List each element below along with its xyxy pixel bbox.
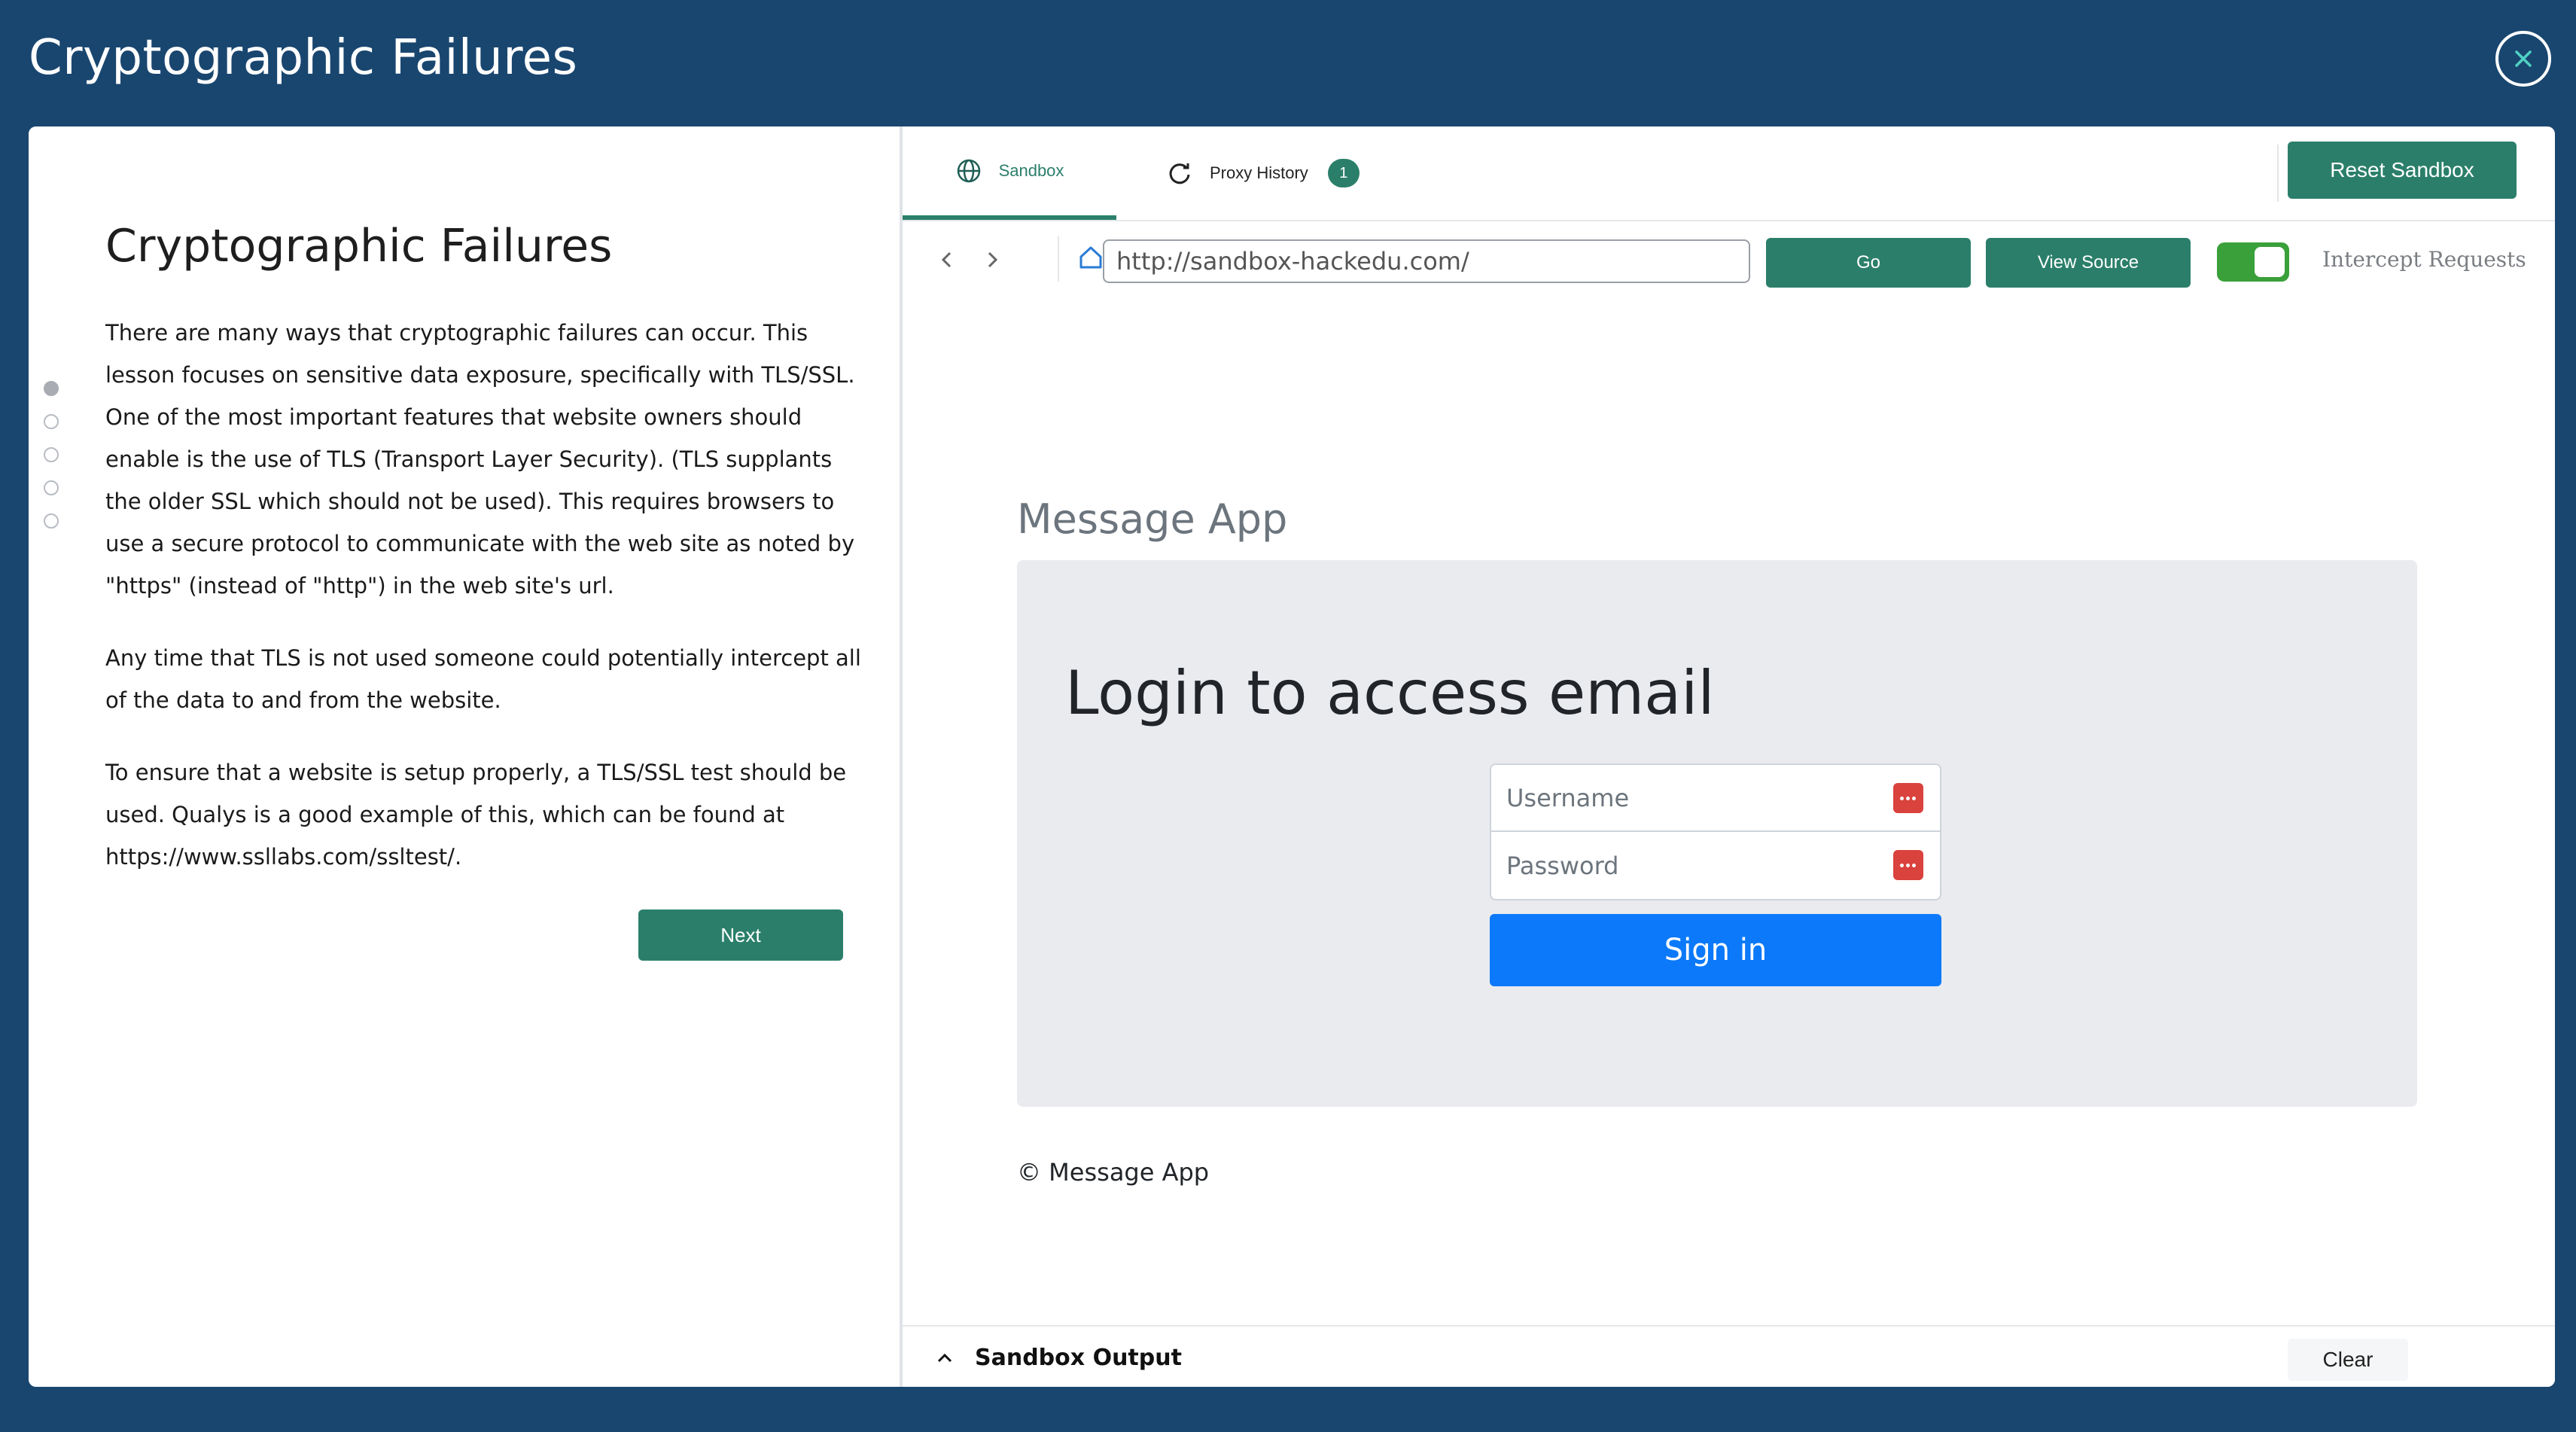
lesson-body: There are many ways that cryptographic f… [105, 312, 873, 908]
sign-in-button[interactable]: Sign in [1490, 914, 1941, 986]
view-source-button[interactable]: View Source [1986, 238, 2191, 288]
username-field[interactable]: Username [1491, 765, 1940, 832]
browser-toolbar: http://sandbox-hackedu.com/ Go View Sour… [903, 221, 2555, 312]
tab-proxy-label: Proxy History [1210, 163, 1308, 182]
login-heading: Login to access email [1065, 658, 1715, 728]
divider [2277, 145, 2279, 202]
proxy-count-badge: 1 [1327, 159, 1360, 187]
refresh-icon [1169, 163, 1190, 184]
clear-button[interactable]: Clear [2288, 1339, 2408, 1381]
url-input[interactable]: http://sandbox-hackedu.com/ [1103, 239, 1750, 283]
password-placeholder: Password [1506, 851, 1619, 880]
reset-sandbox-button[interactable]: Reset Sandbox [2288, 142, 2517, 199]
lesson-title: Cryptographic Failures [105, 220, 613, 273]
password-manager-icon[interactable] [1893, 783, 1923, 813]
forward-arrow-icon[interactable] [981, 248, 1003, 271]
lesson-pane: Cryptographic Failures There are many wa… [29, 126, 903, 1387]
tab-sandbox-label: Sandbox [998, 161, 1064, 180]
lesson-paragraph: There are many ways that cryptographic f… [105, 320, 855, 599]
close-button[interactable] [2495, 31, 2551, 87]
username-placeholder: Username [1506, 783, 1630, 812]
next-button[interactable]: Next [638, 909, 843, 961]
step-dot-5[interactable] [44, 513, 59, 529]
app-title: Message App [1017, 495, 1288, 543]
sandbox-output-bar: Sandbox Output Clear [903, 1325, 2555, 1387]
divider [1058, 236, 1059, 282]
intercept-label: Intercept Requests [2322, 247, 2526, 272]
toggle-knob [2255, 247, 2285, 277]
step-dot-3[interactable] [44, 447, 59, 462]
login-card: Login to access email Username Password … [1017, 560, 2417, 1107]
tab-proxy-history[interactable]: Proxy History 1 [1166, 126, 1360, 220]
password-field[interactable]: Password [1491, 832, 1940, 899]
password-manager-icon[interactable] [1893, 850, 1923, 880]
step-dot-2[interactable] [44, 414, 59, 429]
back-arrow-icon[interactable] [936, 248, 958, 271]
lesson-paragraph: To ensure that a website is setup proper… [105, 760, 847, 870]
intercept-toggle[interactable] [2217, 242, 2289, 282]
main-panel: Cryptographic Failures There are many wa… [29, 126, 2555, 1387]
tab-bar: Sandbox Proxy History 1 Reset Sandbox [903, 126, 2555, 221]
globe-icon [957, 159, 980, 183]
chevron-up-icon[interactable] [934, 1348, 955, 1369]
sandbox-output-label[interactable]: Sandbox Output [975, 1345, 1182, 1371]
close-icon [2515, 50, 2532, 67]
login-form: Username Password [1490, 763, 1941, 900]
sandbox-pane: Sandbox Proxy History 1 Reset Sandbox ht… [903, 126, 2555, 1387]
lesson-paragraph: Any time that TLS is not used someone co… [105, 645, 861, 713]
home-icon[interactable] [1077, 244, 1104, 271]
step-dot-1[interactable] [44, 381, 59, 396]
go-button[interactable]: Go [1766, 238, 1971, 288]
window-title: Cryptographic Failures [29, 30, 578, 86]
app-footer: © Message App [1017, 1158, 1210, 1187]
step-dot-4[interactable] [44, 480, 59, 495]
tab-sandbox[interactable]: Sandbox [903, 126, 1116, 220]
